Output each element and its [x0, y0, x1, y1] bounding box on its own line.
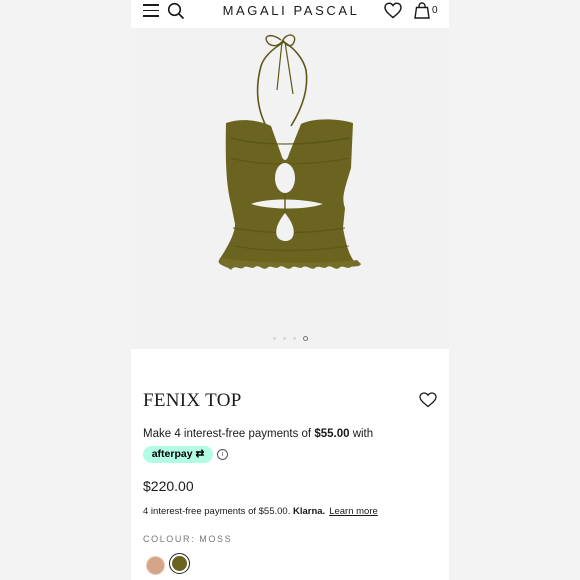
info-icon[interactable]: i [217, 449, 228, 460]
colour-swatch-nude[interactable] [146, 556, 165, 575]
klarna-logo: Klarna. [292, 506, 326, 517]
afterpay-suffix: with [349, 428, 374, 440]
product-page: MAGALI PASCAL 0 FENIX TOP Make 4 interes… [131, 0, 449, 580]
afterpay-amount: $55.00 [314, 428, 350, 440]
gallery-dot-active[interactable] [303, 336, 308, 341]
afterpay-prefix: Make 4 interest-free payments of [143, 428, 315, 440]
product-image-gallery[interactable] [131, 28, 449, 349]
product-price: $220.00 [143, 478, 194, 494]
product-title: FENIX TOP [143, 390, 242, 411]
colour-label: COLOUR: MOSS [143, 534, 233, 544]
gallery-dot[interactable] [283, 337, 286, 340]
learn-more-link[interactable]: Learn more [329, 506, 378, 517]
product-image [218, 34, 361, 270]
klarna-message: 4 interest-free payments of $55.00. Klar… [143, 506, 378, 517]
bag-count: 0 [432, 5, 438, 16]
afterpay-arrows-icon: ⇄ [192, 448, 205, 460]
gallery-dot[interactable] [273, 337, 276, 340]
site-header: MAGALI PASCAL 0 [131, 0, 449, 24]
heart-icon[interactable] [384, 2, 402, 19]
afterpay-label: afterpay [151, 448, 193, 460]
afterpay-message: Make 4 interest-free payments of $55.00 … [143, 428, 373, 440]
gallery-dot[interactable] [293, 337, 296, 340]
menu-icon[interactable] [143, 4, 159, 17]
search-icon[interactable] [167, 2, 185, 20]
colour-swatch-moss[interactable] [172, 556, 187, 571]
afterpay-logo[interactable]: afterpay ⇄ [143, 446, 213, 463]
klarna-text: 4 interest-free payments of $55.00. [143, 506, 293, 517]
add-to-wishlist-heart-icon[interactable] [419, 392, 437, 408]
bag-icon[interactable] [414, 2, 430, 19]
gallery-pagination [271, 336, 311, 342]
brand-logo[interactable]: MAGALI PASCAL [211, 3, 371, 18]
